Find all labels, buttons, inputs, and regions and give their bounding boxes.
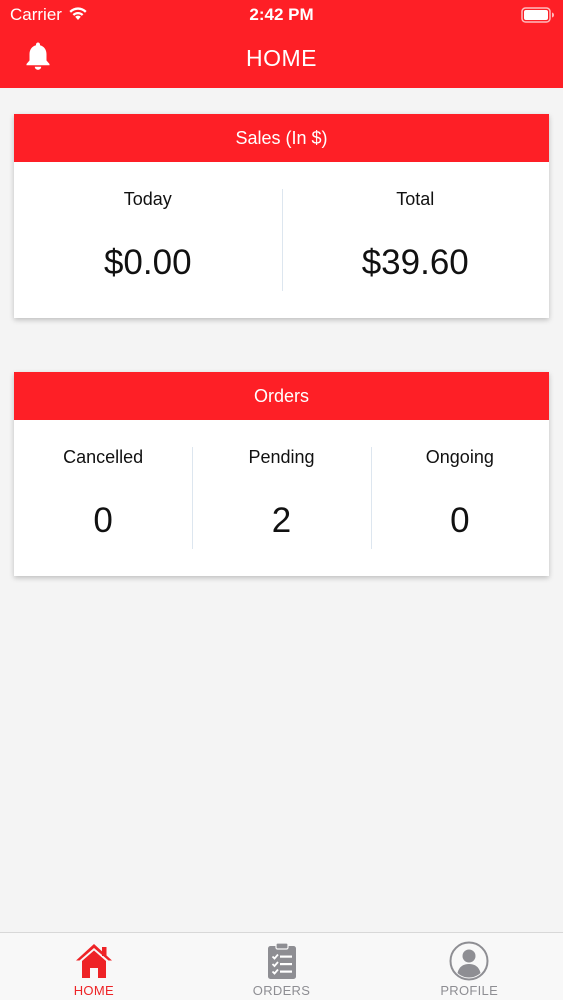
stat-value: 0 xyxy=(450,501,470,540)
user-circle-icon xyxy=(449,941,489,981)
clipboard-icon xyxy=(267,942,296,979)
stat-label: Today xyxy=(123,189,172,209)
stat-value: 0 xyxy=(93,501,113,540)
stat-value: 2 xyxy=(271,501,292,540)
orders-pending-stat: Pending 2 xyxy=(192,420,370,576)
tab-profile-label: PROFILE xyxy=(440,983,499,998)
stat-label: Total xyxy=(396,189,435,209)
app-screen: Carrier 2:42 PM HOME Sales (In $) Today … xyxy=(0,0,563,1000)
sales-card: Sales (In $) Today $0.00 Total $39.60 xyxy=(14,114,549,318)
sales-stats: Today $0.00 Total $39.60 xyxy=(14,162,549,318)
tab-bar: HOME ORDERS PROFILE xyxy=(0,932,563,1000)
orders-cancelled-stat: Cancelled 0 xyxy=(14,420,192,576)
sales-total-stat: Total $39.60 xyxy=(281,162,550,318)
stat-label: Cancelled xyxy=(63,447,144,467)
orders-stats: Cancelled 0 Pending 2 Ongoing 0 xyxy=(14,420,549,576)
stat-label: Pending xyxy=(248,447,315,467)
stat-label: Ongoing xyxy=(425,447,494,467)
orders-ongoing-stat: Ongoing 0 xyxy=(370,420,549,576)
home-icon xyxy=(75,944,112,978)
tab-home-label: HOME xyxy=(73,983,114,998)
orders-card: Orders Cancelled 0 Pending 2 Ongoing 0 xyxy=(14,372,549,576)
nav-bar: HOME xyxy=(0,30,563,88)
stat-value: $39.60 xyxy=(361,243,469,282)
orders-card-title: Orders xyxy=(14,372,549,420)
page-title: HOME xyxy=(246,45,317,71)
tab-orders[interactable]: ORDERS xyxy=(188,933,376,1000)
stat-value: $0.00 xyxy=(103,243,192,282)
tab-orders-label: ORDERS xyxy=(252,983,311,998)
sales-card-title: Sales (In $) xyxy=(14,114,549,162)
battery-icon xyxy=(521,7,554,23)
status-bar: Carrier 2:42 PM xyxy=(0,0,563,30)
sales-today-stat: Today $0.00 xyxy=(14,162,282,318)
status-time: 2:42 PM xyxy=(249,5,314,24)
tab-home[interactable]: HOME xyxy=(0,933,188,1000)
app-header: Carrier 2:42 PM HOME xyxy=(0,0,563,88)
tab-profile[interactable]: PROFILE xyxy=(375,933,563,1000)
